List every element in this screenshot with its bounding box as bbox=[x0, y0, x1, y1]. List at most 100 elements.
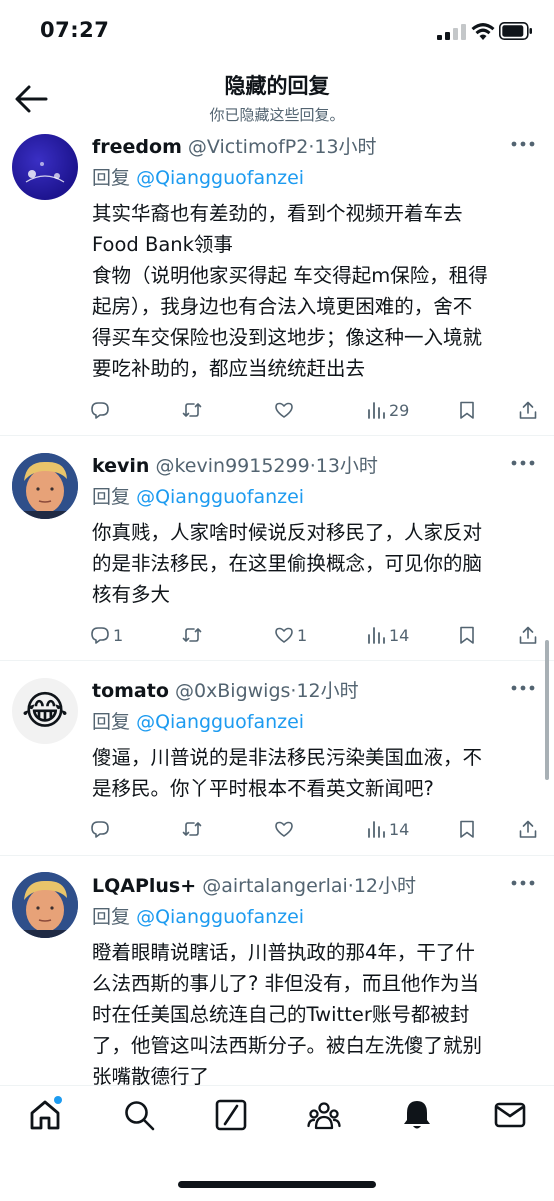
cellular-signal-icon bbox=[437, 24, 466, 40]
display-name[interactable]: tomato bbox=[92, 680, 169, 702]
reply-icon bbox=[91, 821, 109, 838]
retweet-icon bbox=[182, 403, 202, 417]
tweet[interactable]: 😂 tomato @0xBigwigs·12小时 回复 @Qiangguofan… bbox=[0, 660, 554, 856]
reply-context: 回复 @Qiangguofanzei bbox=[92, 482, 304, 509]
tweet-header: tomato @0xBigwigs·12小时 bbox=[92, 676, 359, 703]
like-icon bbox=[275, 402, 293, 418]
like-icon bbox=[275, 627, 293, 643]
reply-prefix: 回复 bbox=[92, 906, 131, 928]
retweet-button[interactable] bbox=[182, 398, 205, 422]
like-button[interactable] bbox=[274, 817, 297, 841]
timestamp[interactable]: 12小时 bbox=[354, 875, 416, 897]
reply-context: 回复 @Qiangguofanzei bbox=[92, 163, 304, 190]
bookmark-button[interactable] bbox=[457, 398, 477, 422]
reply-button[interactable]: 1 bbox=[90, 623, 123, 647]
views-button[interactable]: 29 bbox=[366, 398, 409, 422]
retweet-button[interactable] bbox=[182, 623, 205, 647]
home-indicator bbox=[178, 1181, 376, 1188]
tab-messages[interactable] bbox=[493, 1098, 533, 1138]
reply-prefix: 回复 bbox=[92, 167, 131, 189]
more-icon[interactable] bbox=[510, 459, 536, 467]
messages-icon bbox=[494, 1102, 526, 1128]
battery-icon bbox=[499, 22, 532, 40]
more-icon[interactable] bbox=[510, 140, 536, 148]
reply-prefix: 回复 bbox=[92, 711, 131, 733]
bookmark-button[interactable] bbox=[457, 623, 477, 647]
avatar[interactable]: 😂 bbox=[12, 678, 78, 744]
reply-prefix: 回复 bbox=[92, 486, 131, 508]
mention-link[interactable]: @Qiangguofanzei bbox=[136, 906, 304, 928]
avatar[interactable] bbox=[12, 872, 78, 938]
reply-context: 回复 @Qiangguofanzei bbox=[92, 707, 304, 734]
mention-link[interactable]: @Qiangguofanzei bbox=[136, 711, 304, 733]
notifications-icon bbox=[404, 1101, 430, 1129]
retweet-button[interactable] bbox=[182, 817, 205, 841]
reply-count: 1 bbox=[113, 625, 124, 645]
user-handle[interactable]: @0xBigwigs bbox=[175, 680, 290, 702]
wifi-icon bbox=[471, 23, 495, 40]
bookmark-icon bbox=[460, 626, 474, 644]
tweet-header: freedom @VictimofP2·13小时 bbox=[92, 132, 377, 159]
retweet-icon bbox=[182, 822, 202, 836]
like-button[interactable]: 1 bbox=[274, 623, 307, 647]
tab-notifications[interactable] bbox=[400, 1098, 440, 1138]
more-icon[interactable] bbox=[510, 684, 536, 692]
views-button[interactable]: 14 bbox=[366, 623, 409, 647]
home-notification-dot bbox=[54, 1096, 62, 1104]
display-name[interactable]: LQAPlus+ bbox=[92, 875, 196, 897]
avatar[interactable] bbox=[12, 134, 78, 200]
tab-search[interactable] bbox=[122, 1098, 162, 1138]
like-button[interactable] bbox=[274, 398, 297, 422]
reply-icon bbox=[91, 402, 109, 419]
more-icon[interactable] bbox=[510, 879, 536, 887]
mention-link[interactable]: @Qiangguofanzei bbox=[136, 486, 304, 508]
status-time: 07:27 bbox=[40, 18, 110, 42]
display-name[interactable]: freedom bbox=[92, 136, 182, 158]
hidden-replies-feed[interactable]: freedom @VictimofP2·13小时 回复 @Qiangguofan… bbox=[0, 130, 554, 1085]
display-name[interactable]: kevin bbox=[92, 455, 149, 477]
view-count: 14 bbox=[389, 625, 410, 645]
view-count: 14 bbox=[389, 819, 410, 839]
timestamp[interactable]: 13小时 bbox=[316, 455, 378, 477]
reply-button[interactable] bbox=[90, 398, 113, 422]
tab-communities[interactable] bbox=[307, 1098, 347, 1138]
tweet[interactable]: LQAPlus+ @airtalangerlai·12小时 回复 @Qiangg… bbox=[0, 855, 554, 1085]
tab-home[interactable] bbox=[28, 1096, 68, 1138]
share-button[interactable] bbox=[518, 398, 538, 422]
bookmark-icon bbox=[460, 401, 474, 419]
user-handle[interactable]: @VictimofP2 bbox=[188, 136, 308, 158]
tweet-actions: 29 bbox=[90, 398, 550, 422]
tweet[interactable]: freedom @VictimofP2·13小时 回复 @Qiangguofan… bbox=[0, 130, 554, 436]
reply-icon bbox=[91, 627, 109, 644]
user-handle[interactable]: @airtalangerlai bbox=[202, 875, 348, 897]
bookmark-button[interactable] bbox=[457, 817, 477, 841]
share-icon bbox=[519, 626, 537, 644]
like-count: 1 bbox=[297, 625, 308, 645]
views-icon bbox=[368, 821, 385, 838]
user-handle[interactable]: @kevin9915299 bbox=[155, 455, 309, 477]
scrollbar-thumb[interactable] bbox=[545, 640, 549, 780]
reply-button[interactable] bbox=[90, 817, 113, 841]
avatar-image bbox=[12, 453, 78, 519]
timestamp[interactable]: 13小时 bbox=[314, 136, 376, 158]
share-button[interactable] bbox=[518, 817, 538, 841]
page-title: 隐藏的回复 bbox=[224, 74, 330, 98]
tweet[interactable]: kevin @kevin9915299·13小时 回复 @Qiangguofan… bbox=[0, 435, 554, 661]
like-icon bbox=[275, 821, 293, 837]
share-button[interactable] bbox=[518, 623, 538, 647]
timestamp[interactable]: 12小时 bbox=[296, 680, 358, 702]
avatar-image bbox=[12, 872, 78, 938]
share-icon bbox=[519, 820, 537, 838]
tweet-actions: 14 bbox=[90, 817, 550, 841]
tab-grok[interactable] bbox=[214, 1098, 254, 1138]
views-button[interactable]: 14 bbox=[366, 817, 409, 841]
tweet-actions: 1 1 14 bbox=[90, 623, 550, 647]
tweet-text: 傻逼，川普说的是非法移民污染美国血液，不 是移民。你丫平时根本不看英文新闻吧? bbox=[92, 746, 483, 800]
communities-icon bbox=[307, 1102, 341, 1130]
avatar[interactable] bbox=[12, 453, 78, 519]
bookmark-icon bbox=[460, 820, 474, 838]
mention-link[interactable]: @Qiangguofanzei bbox=[136, 167, 304, 189]
reply-context: 回复 @Qiangguofanzei bbox=[92, 902, 304, 929]
avatar-image bbox=[25, 162, 65, 183]
views-icon bbox=[368, 627, 385, 644]
